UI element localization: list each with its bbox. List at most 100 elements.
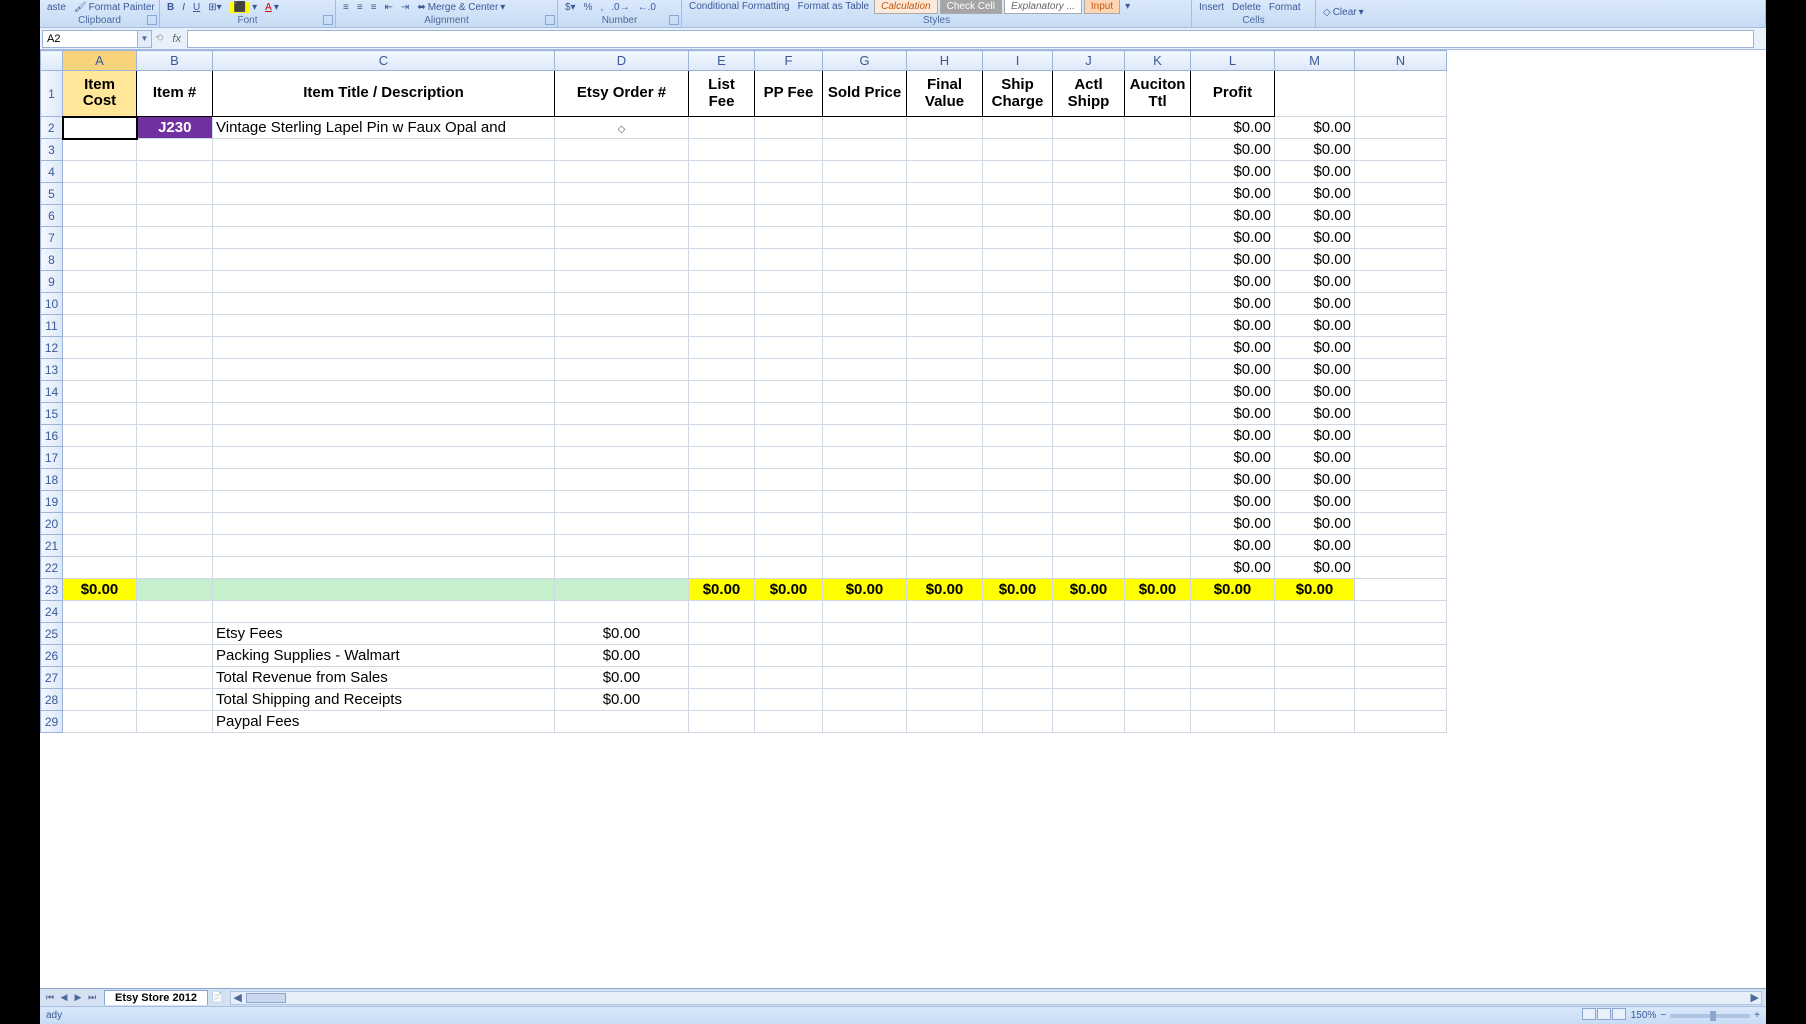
zoom-in-button[interactable]: + <box>1754 1010 1760 1021</box>
cell[interactable] <box>1355 447 1447 469</box>
cell[interactable] <box>755 139 823 161</box>
cell[interactable] <box>823 667 907 689</box>
cell[interactable] <box>689 139 755 161</box>
cell[interactable] <box>983 117 1053 139</box>
cell[interactable] <box>823 601 907 623</box>
cell[interactable] <box>1053 601 1125 623</box>
cell[interactable] <box>1125 403 1191 425</box>
cell[interactable] <box>1355 491 1447 513</box>
column-header[interactable]: D <box>555 51 689 71</box>
cell[interactable] <box>823 447 907 469</box>
style-input[interactable]: Input <box>1084 0 1120 14</box>
cell[interactable] <box>137 161 213 183</box>
cell[interactable] <box>823 425 907 447</box>
cell[interactable] <box>907 711 983 733</box>
cell[interactable] <box>1125 117 1191 139</box>
cell[interactable] <box>983 337 1053 359</box>
column-header[interactable]: M <box>1275 51 1355 71</box>
cell[interactable] <box>1053 711 1125 733</box>
cell[interactable]: $0.00 <box>1191 557 1275 579</box>
cell[interactable]: $0.00 <box>1275 117 1355 139</box>
cell[interactable] <box>555 139 689 161</box>
align-center-button[interactable]: ≡ <box>354 1 366 14</box>
horizontal-scrollbar[interactable]: ◀ ▶ <box>230 991 1762 1005</box>
cell[interactable] <box>63 645 137 667</box>
cell[interactable] <box>63 469 137 491</box>
cell[interactable]: $0.00 <box>1191 139 1275 161</box>
cell[interactable] <box>1125 337 1191 359</box>
cell[interactable] <box>983 315 1053 337</box>
cell[interactable] <box>907 425 983 447</box>
column-header[interactable]: J <box>1053 51 1125 71</box>
cell[interactable] <box>689 183 755 205</box>
cell[interactable] <box>823 623 907 645</box>
totals-cell[interactable] <box>555 579 689 601</box>
cell[interactable] <box>555 315 689 337</box>
dialog-launcher-icon[interactable] <box>147 15 157 25</box>
cell[interactable]: $0.00 <box>1191 227 1275 249</box>
style-calculation[interactable]: Calculation <box>874 0 937 14</box>
cell[interactable] <box>755 711 823 733</box>
delete-button[interactable]: Delete <box>1229 1 1264 14</box>
dialog-launcher-icon[interactable] <box>669 15 679 25</box>
cell[interactable] <box>213 249 555 271</box>
cell[interactable] <box>213 469 555 491</box>
cell[interactable] <box>689 293 755 315</box>
cell[interactable] <box>1355 513 1447 535</box>
cell[interactable] <box>63 337 137 359</box>
cell[interactable] <box>213 425 555 447</box>
row-header[interactable]: 22 <box>41 557 63 579</box>
cell[interactable]: $0.00 <box>1191 425 1275 447</box>
cell[interactable] <box>555 469 689 491</box>
summary-label[interactable]: Packing Supplies - Walmart <box>213 645 555 667</box>
cell[interactable] <box>907 623 983 645</box>
cell[interactable] <box>1125 667 1191 689</box>
cell[interactable] <box>983 689 1053 711</box>
cell[interactable] <box>1053 359 1125 381</box>
cell[interactable] <box>63 359 137 381</box>
cell[interactable] <box>1053 117 1125 139</box>
cell[interactable] <box>1053 227 1125 249</box>
dialog-launcher-icon[interactable] <box>323 15 333 25</box>
cell[interactable] <box>1053 271 1125 293</box>
cell[interactable] <box>1125 623 1191 645</box>
zoom-slider[interactable] <box>1670 1014 1750 1018</box>
cell[interactable]: $0.00 <box>1191 315 1275 337</box>
cell[interactable] <box>1125 271 1191 293</box>
cell[interactable]: $0.00 <box>1275 205 1355 227</box>
totals-cell[interactable]: $0.00 <box>1275 579 1355 601</box>
clear-button[interactable]: ◇ Clear▾ <box>1320 6 1367 19</box>
view-buttons[interactable] <box>1582 1008 1627 1023</box>
cell[interactable] <box>1275 667 1355 689</box>
cell[interactable] <box>1053 139 1125 161</box>
cell[interactable]: $0.00 <box>1275 315 1355 337</box>
increase-decimal-button[interactable]: .0→ <box>608 1 632 14</box>
cell[interactable] <box>213 315 555 337</box>
cell[interactable] <box>213 381 555 403</box>
cell[interactable] <box>689 227 755 249</box>
cell[interactable] <box>983 293 1053 315</box>
cell[interactable] <box>689 381 755 403</box>
summary-value[interactable] <box>555 711 689 733</box>
cell[interactable]: $0.00 <box>1191 469 1275 491</box>
cell[interactable] <box>1053 689 1125 711</box>
cell[interactable] <box>555 117 689 139</box>
decrease-indent-button[interactable]: ⇤ <box>382 1 396 14</box>
cell[interactable] <box>689 249 755 271</box>
cell[interactable] <box>907 491 983 513</box>
summary-label[interactable]: Paypal Fees <box>213 711 555 733</box>
cell[interactable] <box>213 403 555 425</box>
cell[interactable] <box>1355 71 1447 117</box>
cell[interactable] <box>755 425 823 447</box>
cell[interactable] <box>907 315 983 337</box>
column-header[interactable]: L <box>1191 51 1275 71</box>
cell[interactable]: $0.00 <box>1191 249 1275 271</box>
cell[interactable] <box>555 425 689 447</box>
cell[interactable] <box>755 227 823 249</box>
totals-cell[interactable]: $0.00 <box>689 579 755 601</box>
cell[interactable] <box>823 315 907 337</box>
totals-cell[interactable]: $0.00 <box>1191 579 1275 601</box>
cell[interactable] <box>907 469 983 491</box>
cell[interactable] <box>907 161 983 183</box>
cell[interactable] <box>137 535 213 557</box>
